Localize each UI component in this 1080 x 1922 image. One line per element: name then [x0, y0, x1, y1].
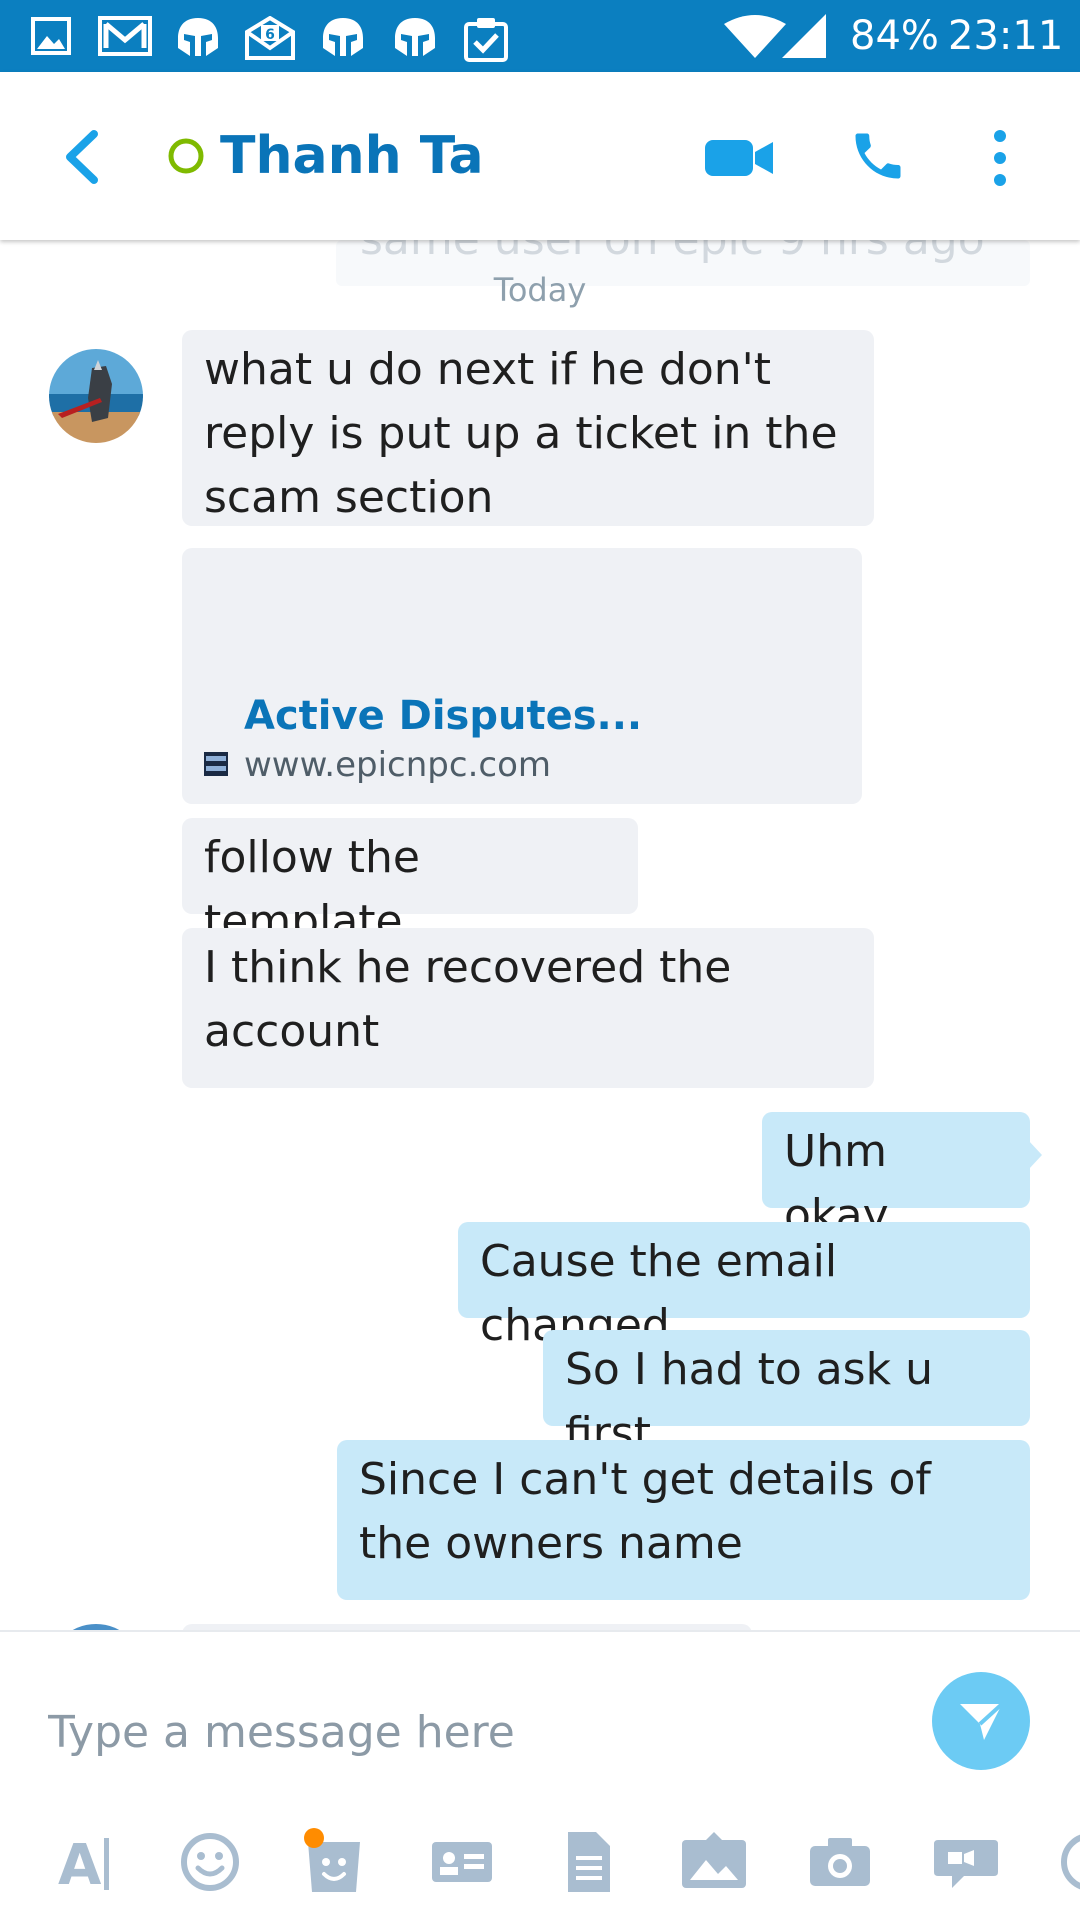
message-text: what u do next if he don't reply is put … [204, 344, 838, 523]
text-format-icon[interactable]: A [44, 1822, 124, 1902]
video-call-icon[interactable] [703, 138, 775, 178]
date-separator: Today [493, 271, 587, 309]
link-title[interactable]: Active Disputes... [244, 690, 642, 742]
contact-name[interactable]: Thanh Ta [220, 124, 484, 188]
site-favicon-icon [204, 752, 228, 776]
helmet-icon [323, 18, 363, 56]
helmet-icon [178, 18, 218, 56]
link-preview-card[interactable]: Active Disputes... www.epicnpc.com [182, 548, 862, 804]
message-text: I think he recovered the account [204, 942, 732, 1057]
chat-bubble-icon[interactable] [926, 1822, 1006, 1902]
mail-badge-icon: 6 [245, 16, 295, 60]
previous-message-text: same user on epic 9 hrs ago [360, 240, 985, 265]
image-icon[interactable] [674, 1822, 754, 1902]
mojis-icon[interactable] [294, 1822, 374, 1902]
outgoing-message[interactable]: So I had to ask u first [543, 1330, 1030, 1459]
link-domain: www.epicnpc.com [244, 745, 551, 785]
contact-card-icon[interactable] [422, 1822, 502, 1902]
battery-level: 84% [850, 13, 939, 59]
incoming-message[interactable]: what u do next if he don't reply is put … [182, 330, 874, 526]
clipboard-check-icon [464, 18, 508, 62]
gallery-icon [31, 17, 71, 55]
back-arrow-icon[interactable] [62, 130, 102, 184]
outgoing-message[interactable]: Uhm okay. [762, 1112, 1030, 1241]
more-vert-icon[interactable] [990, 128, 1010, 188]
message-input[interactable] [46, 1696, 910, 1768]
message-text: Since I can't get details of the owners … [359, 1454, 931, 1569]
wifi-icon [724, 15, 786, 58]
outgoing-message[interactable]: Cause the email changed [458, 1222, 1030, 1351]
send-icon [960, 1702, 1004, 1740]
emoji-icon[interactable] [170, 1822, 250, 1902]
chat-header: Thanh Ta [0, 72, 1080, 240]
phone-icon[interactable] [848, 126, 908, 186]
clock: 23:11 [948, 13, 1064, 59]
more-tools-icon[interactable] [1060, 1822, 1080, 1902]
composer: A [0, 1630, 1080, 1922]
incoming-message[interactable]: follow the template [182, 818, 638, 947]
incoming-message[interactable]: I think he recovered the account [182, 928, 874, 1088]
helmet-icon [395, 18, 435, 56]
signal-icon [782, 14, 826, 58]
notification-dot [304, 1828, 324, 1848]
bubble-tail [1028, 1140, 1042, 1170]
camera-icon[interactable] [800, 1822, 880, 1902]
file-icon[interactable] [548, 1822, 628, 1902]
contact-avatar[interactable] [48, 348, 144, 444]
send-button[interactable] [932, 1672, 1030, 1770]
gmail-icon [98, 16, 152, 56]
svg-text:6: 6 [265, 27, 275, 43]
message-list[interactable]: same user on epic 9 hrs ago Today what u… [0, 240, 1080, 1630]
svg-text:A: A [58, 1833, 102, 1898]
presence-status-icon [168, 138, 204, 174]
outgoing-message[interactable]: Since I can't get details of the owners … [337, 1440, 1030, 1600]
status-bar: 6 84% 23:11 [0, 0, 1080, 72]
